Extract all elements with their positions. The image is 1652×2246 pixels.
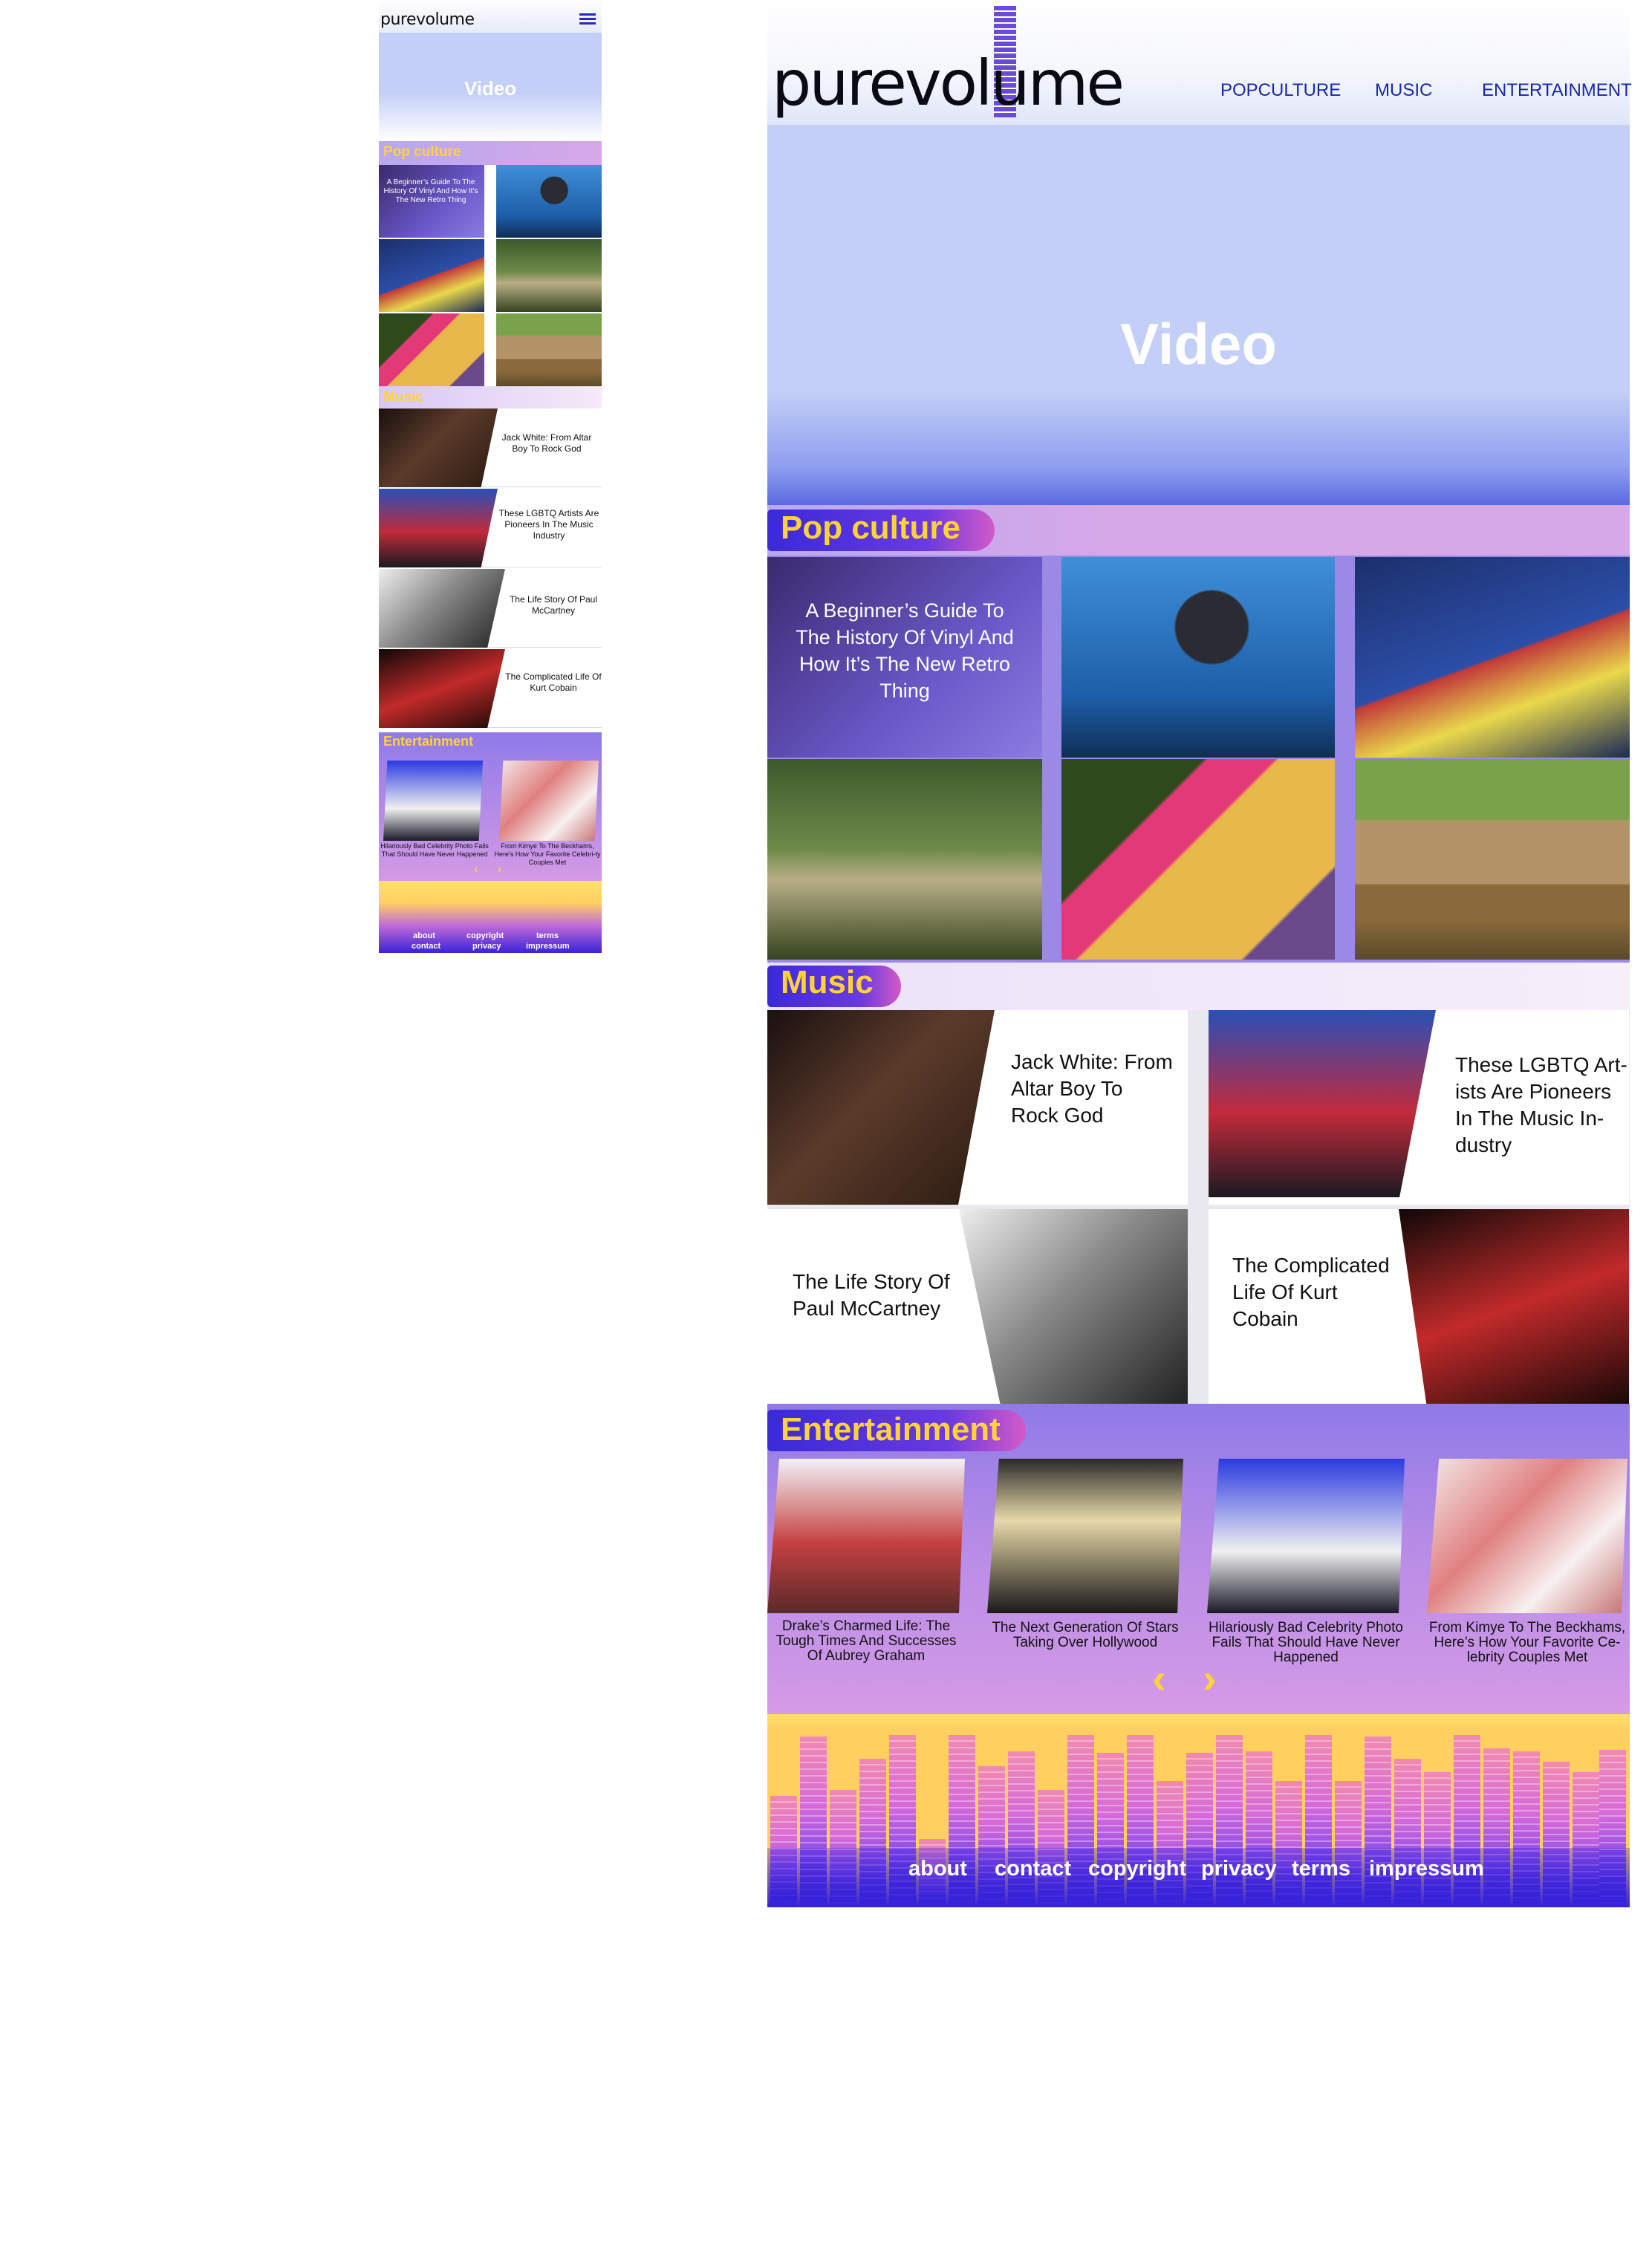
footer-link-privacy[interactable]: privacy [1201,1857,1277,1881]
desktop-ent-photo[interactable] [767,1459,965,1613]
footer-link-about[interactable]: about [413,931,435,940]
nav-popculture[interactable]: POPCULTURE [1220,80,1341,101]
mobile-photo-tile[interactable] [496,313,602,386]
mobile-music-title: These LGBTQ Artists Are Pioneers In The … [498,508,599,541]
desktop-page: purevolume POPCULTURE MUSIC ENTERTAINMEN… [767,0,1632,1916]
mobile-section-music: Music [379,386,602,408]
desktop-section-entertainment: Entertainment Drake’s Charmed Life: The … [767,1404,1630,1714]
mobile-music-title: The Complicated Life Of Kurt Cobain [505,671,602,693]
desktop-music-card[interactable]: Jack White: From Altar Boy To Rock God [767,1010,1188,1205]
footer-link-copyright[interactable]: copyright [466,931,504,940]
desktop-section-title: Pop culture [781,510,961,546]
desktop-hero-title: Video [1120,311,1277,377]
desktop-music-photo [767,1010,995,1205]
mobile-music-photo [379,489,498,567]
desktop-music-card[interactable]: These LGBTQ Art-ists Are Pioneers In The… [1209,1010,1629,1205]
desktop-hero: Video [767,125,1630,505]
desktop-ent-caption: From Kimye To The Beckhams, Here’s How Y… [1428,1620,1626,1665]
desktop-music-photo [1209,1010,1436,1197]
desktop-ent-photo[interactable] [1207,1459,1405,1613]
mobile-ent-caption: Hilariously Bad Celebrity Photo Fails Th… [380,842,489,858]
footer-link-copyright[interactable]: copyright [1088,1857,1186,1881]
desktop-music-photo [1399,1209,1629,1404]
desktop-feature-text: A Beginner’s Guide To The History Of Vin… [796,599,1014,702]
desktop-section-music: Music [767,963,1630,1010]
desktop-ent-caption: The Next Generation Of Stars Taking Over… [992,1620,1179,1650]
mobile-section-title: Pop culture [383,144,461,160]
desktop-ent-photo[interactable] [1427,1459,1627,1613]
footer-link-contact[interactable]: contact [995,1857,1071,1881]
mobile-ent-photo[interactable] [383,761,483,841]
desktop-feature-tile[interactable]: A Beginner’s Guide To The History Of Vin… [767,557,1042,758]
desktop-section-title: Entertainment [781,1411,1001,1448]
chevron-left-icon[interactable]: ‹ [474,863,478,876]
mobile-music-row[interactable]: The Life Story Of Paul McCartney [379,569,602,648]
mobile-ent-caption: From Kimye To The Beckhams, Here’s How Y… [494,842,601,866]
desktop-music-title: The Life Story Of Paul McCartney [793,1270,950,1320]
mobile-music-title: Jack White: From Altar Boy To Rock God [501,432,592,454]
nav-entertainment[interactable]: ENTERTAINMENT [1482,80,1632,101]
hamburger-menu-icon[interactable] [579,13,596,25]
mobile-logo[interactable]: purevolume [380,10,475,29]
desktop-photo-tile[interactable] [1355,557,1630,758]
footer-link-contact[interactable]: contact [412,942,440,951]
mobile-photo-tile[interactable] [496,165,602,238]
mobile-music-row[interactable]: Jack White: From Altar Boy To Rock God [379,408,602,487]
mobile-section-title: Entertainment [383,734,474,749]
nav-music[interactable]: MUSIC [1375,80,1432,101]
mobile-photo-tile[interactable] [379,313,484,386]
desktop-ent-caption: Hilariously Bad Celebrity Photo Fails Th… [1209,1620,1403,1665]
mobile-hero: Video [379,33,602,141]
desktop-music-title: These LGBTQ Art-ists Are Pioneers In The… [1455,1053,1627,1156]
desktop-header: purevolume POPCULTURE MUSIC ENTERTAINMEN… [767,0,1632,125]
desktop-music-title: The Complicated Life Of Kurt Cobain [1232,1254,1390,1330]
mobile-music-photo [379,569,505,648]
desktop-music-card[interactable]: The Life Story Of Paul McCartney [767,1209,1188,1404]
mobile-hero-title: Video [464,77,517,100]
desktop-ent-photo[interactable] [987,1459,1183,1613]
equalizer-base [767,1848,1630,1907]
mobile-photo-tile[interactable] [379,239,484,312]
footer-link-privacy[interactable]: privacy [472,942,501,951]
mobile-ent-photo[interactable] [499,761,599,841]
desktop-photo-tile[interactable] [767,759,1042,960]
mobile-section-title: Music [383,389,423,405]
desktop-photo-tile[interactable] [1061,759,1335,960]
mobile-music-photo [379,649,505,728]
desktop-photo-tile[interactable] [1061,557,1335,758]
footer-link-about[interactable]: about [908,1857,967,1881]
chevron-right-icon[interactable]: › [1203,1658,1217,1699]
mobile-feature-text: A Beginner’s Guide To The History Of Vin… [383,178,478,204]
desktop-ent-caption: Drake’s Charmed Life: The Tough Times An… [775,1618,957,1664]
mobile-photo-tile[interactable] [496,239,602,312]
footer-link-impressum[interactable]: impressum [1369,1857,1484,1881]
desktop-footer [767,1714,1630,1907]
mobile-section-entertainment: Entertainment Hilariously Bad Celebrity … [379,732,602,881]
desktop-section-title: Music [781,964,874,1000]
desktop-photo-tile[interactable] [1355,759,1630,960]
footer-link-terms[interactable]: terms [1292,1857,1350,1881]
mobile-music-title: The Life Story Of Paul McCartney [509,594,598,616]
chevron-left-icon[interactable]: ‹ [1152,1658,1166,1699]
mobile-page: purevolume Video Pop culture A Beginner’… [379,0,602,953]
mobile-section-popculture: Pop culture [379,141,602,165]
mobile-header: purevolume [379,0,602,33]
mobile-music-row[interactable]: These LGBTQ Artists Are Pioneers In The … [379,489,602,567]
desktop-logo[interactable]: purevolume [772,52,1125,114]
footer-link-impressum[interactable]: impressum [526,942,570,951]
mobile-footer: about contact copyright privacy terms im… [379,881,602,953]
desktop-music-card[interactable]: The Complicated Life Of Kurt Cobain [1209,1209,1629,1404]
footer-link-terms[interactable]: terms [536,931,559,940]
chevron-right-icon[interactable]: › [498,863,501,876]
desktop-section-popculture: Pop culture [767,505,1630,556]
mobile-feature-tile[interactable]: A Beginner’s Guide To The History Of Vin… [379,165,484,238]
mobile-music-photo [379,408,498,487]
desktop-music-title: Jack White: From Altar Boy To Rock God [1011,1050,1173,1127]
desktop-music-photo [959,1209,1188,1404]
mobile-music-row[interactable]: The Complicated Life Of Kurt Cobain [379,649,602,728]
